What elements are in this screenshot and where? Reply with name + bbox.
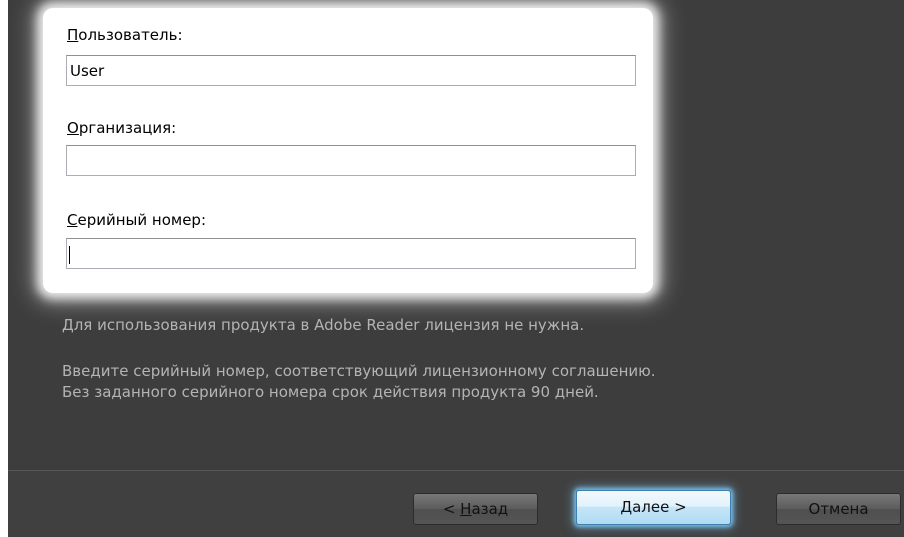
serial-number-label-accelerator: С xyxy=(67,211,78,229)
registration-form-highlight: Пользователь: Организация: Серийный номе… xyxy=(43,8,653,293)
user-label-text: ользователь: xyxy=(78,26,183,44)
back-button-text: азад xyxy=(471,500,509,518)
screen: Пользователь: Организация: Серийный номе… xyxy=(0,0,904,537)
back-button[interactable]: < Назад xyxy=(413,493,538,525)
trial-period-note: Без заданного серийного номера срок дейс… xyxy=(62,383,599,401)
installer-dialog: Пользователь: Организация: Серийный номе… xyxy=(8,0,904,537)
cancel-button[interactable]: Отмена xyxy=(776,493,901,525)
back-button-prefix: < xyxy=(442,500,461,518)
text-cursor xyxy=(69,246,70,264)
user-label-accelerator: П xyxy=(67,26,79,44)
serial-instruction: Введите серийный номер, соответствующий … xyxy=(62,362,656,380)
next-button[interactable]: Далее > xyxy=(576,490,731,525)
organization-label-text: рганизация: xyxy=(78,119,177,137)
organization-input[interactable] xyxy=(66,145,636,176)
serial-number-input[interactable] xyxy=(66,238,636,269)
organization-label-accelerator: О xyxy=(67,119,79,137)
serial-number-label-text: ерийный номер: xyxy=(77,211,207,229)
next-button-text: алее > xyxy=(632,498,687,516)
user-name-input[interactable] xyxy=(66,55,636,86)
user-label: Пользователь: xyxy=(67,26,183,44)
back-button-accelerator: Н xyxy=(460,500,472,518)
license-note: Для использования продукта в Adobe Reade… xyxy=(62,316,585,334)
next-button-accelerator: Д xyxy=(620,498,633,516)
serial-number-label: Серийный номер: xyxy=(67,211,206,229)
organization-label: Организация: xyxy=(67,119,176,137)
